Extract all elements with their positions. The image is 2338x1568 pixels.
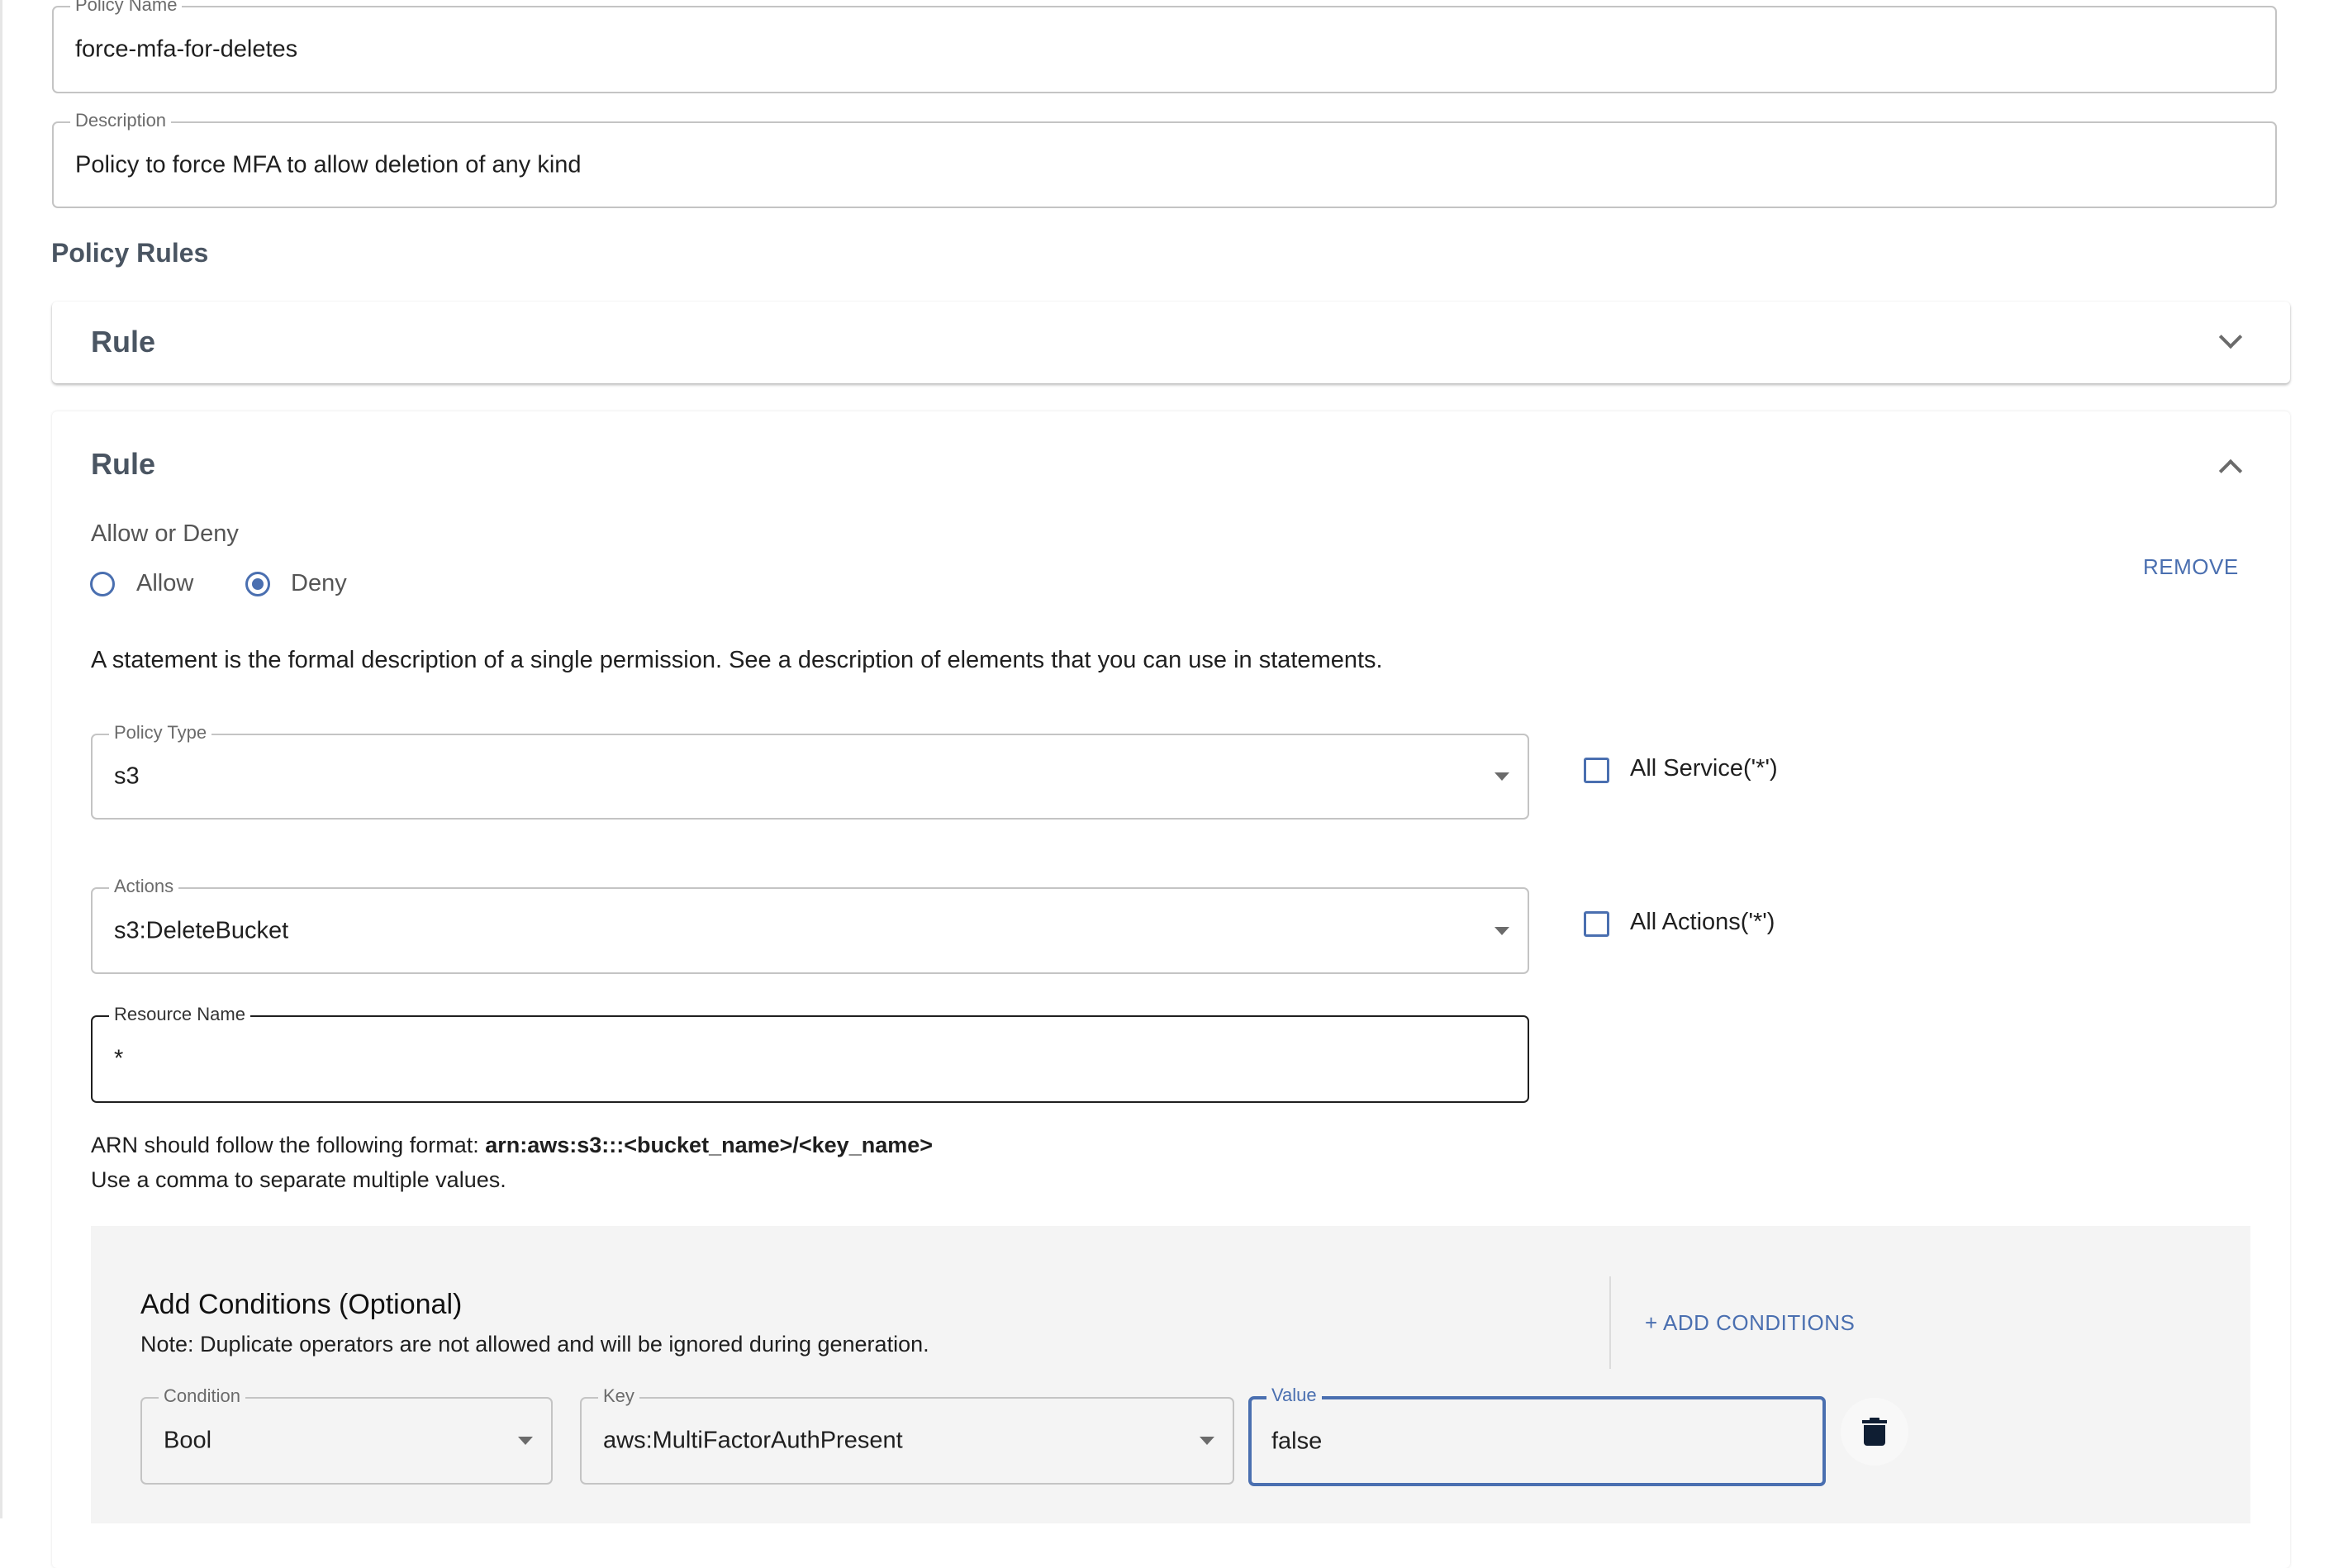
condition-select[interactable]: Condition Bool <box>140 1385 553 1485</box>
policy-rules-heading: Policy Rules <box>51 238 209 268</box>
checkbox-icon[interactable] <box>1584 911 1609 937</box>
dropdown-arrow-icon <box>1495 926 1509 935</box>
value-input[interactable]: Value false <box>1248 1385 1826 1486</box>
radio-allow-circle[interactable] <box>90 572 115 596</box>
radio-deny-label: Deny <box>291 570 347 596</box>
description-value: Policy to force MFA to allow deletion of… <box>75 151 582 178</box>
delete-condition-button[interactable] <box>1841 1398 1908 1466</box>
actions-label: Actions <box>109 876 179 897</box>
value-value: false <box>1271 1428 1323 1454</box>
description-field[interactable]: Description Policy to force MFA to allow… <box>52 110 2277 208</box>
all-actions-label: All Actions('*') <box>1630 909 1775 935</box>
condition-label: Condition <box>159 1385 245 1407</box>
rule-title: Rule <box>91 325 156 359</box>
statement-description: A statement is the formal description of… <box>91 647 1383 673</box>
add-conditions-button[interactable]: + ADD CONDITIONS <box>1645 1310 1855 1336</box>
policy-name-label: Policy Name <box>70 0 183 16</box>
policy-type-select[interactable]: Policy Type s3 <box>91 722 1529 820</box>
arn-format: arn:aws:s3:::<bucket_name>/<key_name> <box>485 1133 934 1157</box>
dropdown-arrow-icon <box>518 1437 533 1445</box>
chevron-down-icon[interactable] <box>2218 325 2243 349</box>
policy-type-value: s3 <box>114 763 140 790</box>
dropdown-arrow-icon <box>1200 1437 1214 1445</box>
rule-card-collapsed[interactable]: Rule <box>52 302 2290 383</box>
arn-hint: ARN should follow the following format: … <box>91 1133 933 1158</box>
condition-value: Bool <box>164 1427 212 1454</box>
dropdown-arrow-icon <box>1495 772 1509 781</box>
left-border <box>0 0 2 1518</box>
all-service-label: All Service('*') <box>1630 755 1778 782</box>
policy-name-value: force-mfa-for-deletes <box>75 36 298 63</box>
conditions-title: Add Conditions (Optional) <box>140 1289 463 1320</box>
actions-value: s3:DeleteBucket <box>114 917 289 943</box>
value-label: Value <box>1266 1385 1322 1406</box>
resource-name-input[interactable]: Resource Name * <box>91 1004 1529 1103</box>
conditions-divider <box>1609 1276 1611 1369</box>
description-label: Description <box>70 110 172 131</box>
arn-hint-prefix: ARN should follow the following format: <box>91 1133 486 1157</box>
radio-deny-circle[interactable] <box>245 572 270 596</box>
arn-hint-line2: Use a comma to separate multiple values. <box>91 1167 506 1192</box>
policy-type-label: Policy Type <box>109 722 212 744</box>
chevron-up-icon[interactable] <box>2218 459 2243 483</box>
actions-select[interactable]: Actions s3:DeleteBucket <box>91 876 1529 974</box>
key-select[interactable]: Key aws:MultiFactorAuthPresent <box>580 1385 1234 1485</box>
key-label: Key <box>598 1385 639 1407</box>
resource-name-label: Resource Name <box>109 1004 250 1025</box>
key-value: aws:MultiFactorAuthPresent <box>603 1427 903 1454</box>
resource-name-value: * <box>114 1045 124 1072</box>
trash-icon <box>1862 1418 1887 1446</box>
rule-title: Rule <box>91 447 156 481</box>
allow-deny-label: Allow or Deny <box>91 520 239 547</box>
policy-name-field[interactable]: Policy Name force-mfa-for-deletes <box>52 0 2277 93</box>
conditions-note: Note: Duplicate operators are not allowe… <box>140 1332 929 1357</box>
remove-rule-button[interactable]: REMOVE <box>2143 554 2239 580</box>
checkbox-icon[interactable] <box>1584 758 1609 783</box>
radio-allow-label: Allow <box>136 570 194 596</box>
